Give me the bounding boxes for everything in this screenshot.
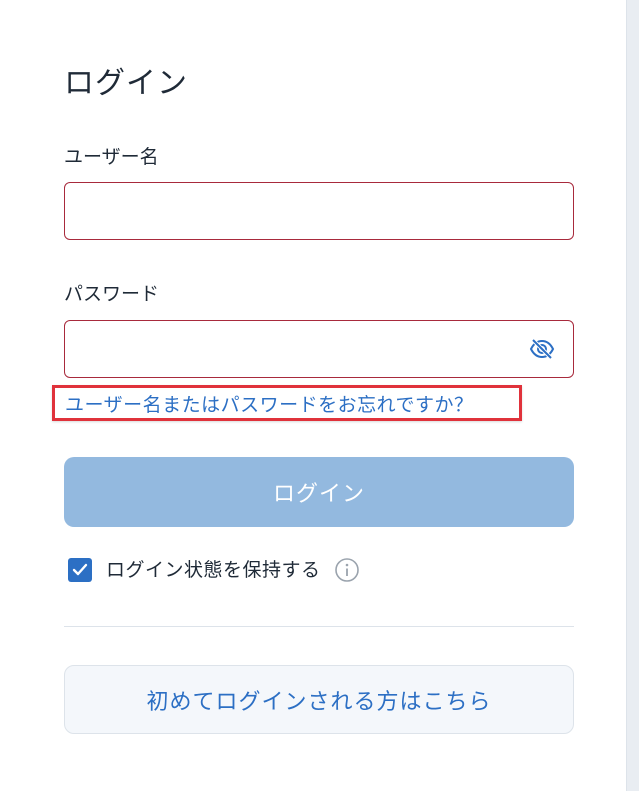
info-icon[interactable] xyxy=(334,558,359,582)
remember-me-checkbox[interactable] xyxy=(68,558,92,582)
username-field[interactable] xyxy=(79,193,513,231)
login-button[interactable]: ログイン xyxy=(64,457,574,527)
password-label: パスワード xyxy=(64,283,160,305)
page-title: ログイン xyxy=(64,66,188,101)
password-field-container xyxy=(64,320,574,378)
forgot-credentials-link[interactable]: ユーザー名またはパスワードをお忘れですか？ xyxy=(65,393,474,417)
username-label: ユーザー名 xyxy=(64,146,159,168)
check-icon xyxy=(72,563,88,576)
divider xyxy=(64,626,574,627)
forgot-link-highlight: ユーザー名またはパスワードをお忘れですか？ xyxy=(52,385,522,421)
first-login-button[interactable]: 初めてログインされる方はこちら xyxy=(64,665,574,734)
login-card: ログイン ユーザー名 パスワード ユーザー名またはパスワードをお忘れですか？ ロ… xyxy=(0,0,627,791)
remember-me-row: ログイン状態を保持する xyxy=(68,556,359,584)
username-field-container xyxy=(64,182,574,240)
password-field[interactable] xyxy=(79,331,513,369)
remember-me-label: ログイン状態を保持する xyxy=(106,559,321,581)
eye-slash-icon[interactable] xyxy=(529,337,555,361)
